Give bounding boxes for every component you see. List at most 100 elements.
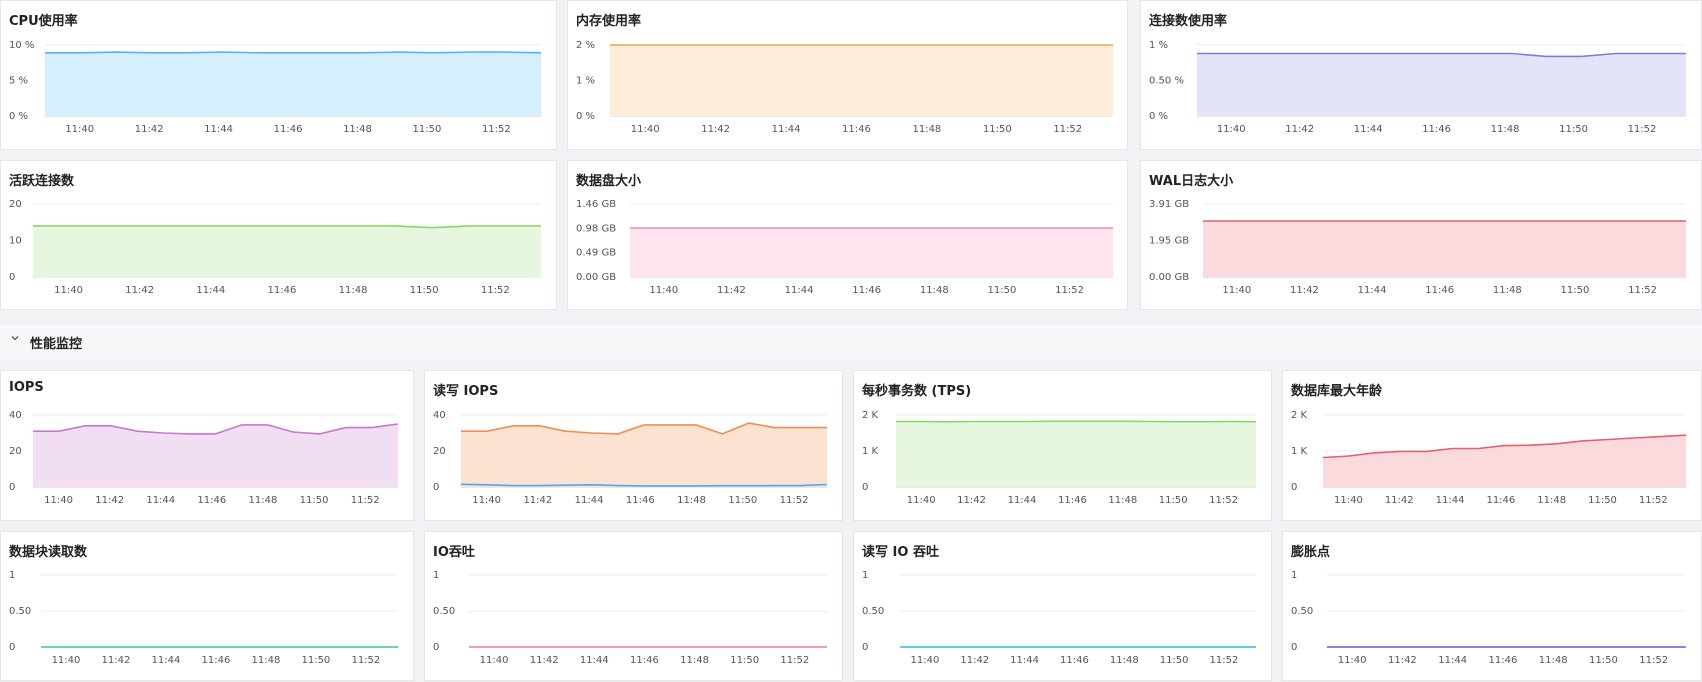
y-tick-label: 0.00 GB [576, 272, 616, 283]
rw-io-throughput-chart[interactable]: 0 0.50 1 11:40 11:42 11:44 11:46 11:48 11:50 11:5… [854, 532, 1273, 682]
x-tick-label: 11:42 [95, 495, 124, 506]
x-tick-label: 11:44 [772, 124, 801, 135]
tps-chart[interactable]: 0 1 K 2 K 11:40 11:42 11:44 11:46 11:48 11:50 11:… [854, 371, 1273, 522]
x-tick-label: 11:52 [1210, 655, 1239, 666]
x-tick-label: 11:46 [1488, 655, 1517, 666]
y-tick-label: 2 K [1291, 410, 1308, 421]
y-tick-label: 0 [1291, 482, 1297, 493]
x-tick-label: 11:48 [1108, 495, 1137, 506]
x-tick-label: 11:42 [960, 655, 989, 666]
y-tick-label: 0 [9, 272, 15, 283]
x-tick-label: 11:46 [842, 124, 871, 135]
section-header-performance[interactable]: 性能监控 [0, 325, 1702, 360]
x-tick-label: 11:44 [580, 655, 609, 666]
series-area [896, 421, 1256, 487]
chart-card-memory-usage: 内存使用率 0 % 1 % 2 % 11:40 11:42 11:44 11:46 11:48… [567, 0, 1128, 150]
y-tick-label: 0.50 [1291, 606, 1313, 617]
connection-usage-chart[interactable]: 0 % 0.50 % 1 % 11:40 11:42 11:44 11:46 11:48 11:… [1141, 1, 1702, 151]
x-tick-label: 11:50 [983, 124, 1012, 135]
x-tick-label: 11:44 [1354, 124, 1383, 135]
x-tick-label: 11:48 [251, 655, 280, 666]
x-tick-label: 11:52 [1053, 124, 1082, 135]
x-tick-label: 11:48 [1491, 124, 1520, 135]
data-disk-size-chart[interactable]: 0.00 GB 0.49 GB 0.98 GB 1.46 GB 11:40 11:42 11… [568, 161, 1129, 311]
chart-card-active-connections: 活跃连接数 0 10 20 11:40 11:42 11:44 11:46 11:48 11:5… [0, 160, 557, 310]
x-tick-label: 11:46 [1486, 495, 1515, 506]
y-tick-label: 1 % [1149, 40, 1168, 51]
x-tick-label: 11:42 [957, 495, 986, 506]
rw-iops-chart[interactable]: 0 20 40 11:40 11:42 11:44 11:46 11:48 11:50 11:52 [425, 371, 844, 522]
chart-card-io-throughput: IO吞吐 0 0.50 1 11:40 11:42 11:44 11:46 11:48 11:5… [424, 531, 843, 681]
x-tick-label: 11:50 [1560, 285, 1589, 296]
x-tick-label: 11:52 [351, 655, 380, 666]
x-tick-label: 11:52 [481, 285, 510, 296]
bloat-chart[interactable]: 0 0.50 1 11:40 11:42 11:44 11:46 11:48 11:50 11:5… [1283, 532, 1702, 682]
x-tick-label: 11:52 [1628, 124, 1657, 135]
y-tick-label: 0 [862, 482, 868, 493]
x-tick-label: 11:46 [202, 655, 231, 666]
series-area [461, 423, 827, 487]
wal-size-chart[interactable]: 0.00 GB 1.95 GB 3.91 GB 11:40 11:42 11:44 11:4… [1141, 161, 1702, 311]
y-tick-label: 0 % [1149, 111, 1168, 122]
x-tick-label: 11:50 [1159, 495, 1188, 506]
x-tick-label: 11:46 [852, 285, 881, 296]
x-tick-label: 11:50 [410, 285, 439, 296]
x-tick-label: 11:40 [1334, 495, 1363, 506]
x-tick-label: 11:52 [351, 495, 380, 506]
y-tick-label: 1 K [1291, 446, 1308, 457]
x-tick-label: 11:42 [530, 655, 559, 666]
y-tick-label: 2 K [862, 410, 879, 421]
cpu-usage-chart[interactable]: 0 % 5 % 10 % 11:40 11:42 11:44 11:46 11:48 11:50… [1, 1, 558, 151]
x-tick-label: 11:40 [65, 124, 94, 135]
chart-card-connection-usage: 连接数使用率 0 % 0.50 % 1 % 11:40 11:42 11:44 11:46 1… [1140, 0, 1702, 150]
x-tick-label: 11:40 [911, 655, 940, 666]
x-tick-label: 11:52 [482, 124, 511, 135]
x-tick-label: 11:42 [1388, 655, 1417, 666]
x-tick-label: 11:44 [1438, 655, 1467, 666]
x-tick-label: 11:48 [343, 124, 372, 135]
y-tick-label: 0 [9, 482, 15, 493]
y-tick-label: 1 [1291, 570, 1297, 581]
chevron-down-icon[interactable] [10, 333, 20, 346]
y-tick-label: 0.50 [862, 606, 884, 617]
x-tick-label: 11:46 [1425, 285, 1454, 296]
y-tick-label: 0 % [576, 111, 595, 122]
chart-card-max-db-age: 数据库最大年龄 01 K2 K 11:40 11:42 11:44 11:46 11:48… [1282, 370, 1702, 521]
active-connections-chart[interactable]: 0 10 20 11:40 11:42 11:44 11:46 11:48 11:50 11:52 [1, 161, 558, 311]
iops-chart[interactable]: 0 20 40 11:40 11:42 11:44 11:46 11:48 11:50 11:52 [1, 371, 415, 522]
x-tick-label: 11:48 [677, 495, 706, 506]
max-db-age-chart[interactable]: 0 1 K 2 K 11:40 11:42 11:44 11:46 11:48 11:50 11:… [1283, 371, 1702, 522]
x-tick-label: 11:44 [785, 285, 814, 296]
block-reads-chart[interactable]: 0 0.50 1 11:40 11:42 11:44 11:46 11:48 11:50 11:5… [1, 532, 415, 682]
y-tick-label: 40 [433, 410, 446, 421]
y-tick-label: 0 [1291, 642, 1297, 653]
x-tick-label: 11:44 [1008, 495, 1037, 506]
x-tick-label: 11:40 [631, 124, 660, 135]
y-tick-label: 3.91 GB [1149, 199, 1189, 210]
y-tick-label: 10 [9, 236, 22, 247]
x-tick-label: 11:52 [1209, 495, 1238, 506]
x-tick-label: 11:52 [780, 495, 809, 506]
x-tick-label: 11:46 [626, 495, 655, 506]
x-tick-label: 11:52 [1628, 285, 1657, 296]
chart-card-data-disk-size: 数据盘大小 0.00 GB 0.49 GB 0.98 GB 1.46 GB 11:40 1… [567, 160, 1128, 310]
chart-card-rw-io-throughput: 读写 IO 吞吐 0 0.50 1 11:40 11:42 11:44 11:46 11:48… [853, 531, 1272, 681]
chart-card-iops: IOPS 0 20 40 11:40 11:42 11:44 11:46 11:48 11:50… [0, 370, 414, 521]
series-area [1203, 221, 1686, 277]
memory-usage-chart[interactable]: 0 % 1 % 2 % 11:40 11:42 11:44 11:46 11:48 11:50 1… [568, 1, 1129, 151]
x-tick-label: 11:46 [274, 124, 303, 135]
io-throughput-chart[interactable]: 0 0.50 1 11:40 11:42 11:44 11:46 11:48 11:50 11:5… [425, 532, 844, 682]
x-tick-label: 11:40 [649, 285, 678, 296]
x-tick-label: 11:42 [125, 285, 154, 296]
x-tick-label: 11:42 [523, 495, 552, 506]
x-tick-label: 11:40 [52, 655, 81, 666]
x-tick-label: 11:48 [249, 495, 278, 506]
x-tick-label: 11:50 [1588, 495, 1617, 506]
chart-card-rw-iops: 读写 IOPS 0 20 40 11:40 11:42 11:44 11:46 11:48 11… [424, 370, 843, 521]
x-tick-label: 11:46 [197, 495, 226, 506]
chart-card-tps: 每秒事务数 (TPS) 01 K2 K 11:40 11:42 11:44 11:46 1… [853, 370, 1272, 521]
y-tick-label: 0.98 GB [576, 223, 616, 234]
x-tick-label: 11:50 [1589, 655, 1618, 666]
x-tick-label: 11:48 [1110, 655, 1139, 666]
x-tick-label: 11:46 [1422, 124, 1451, 135]
